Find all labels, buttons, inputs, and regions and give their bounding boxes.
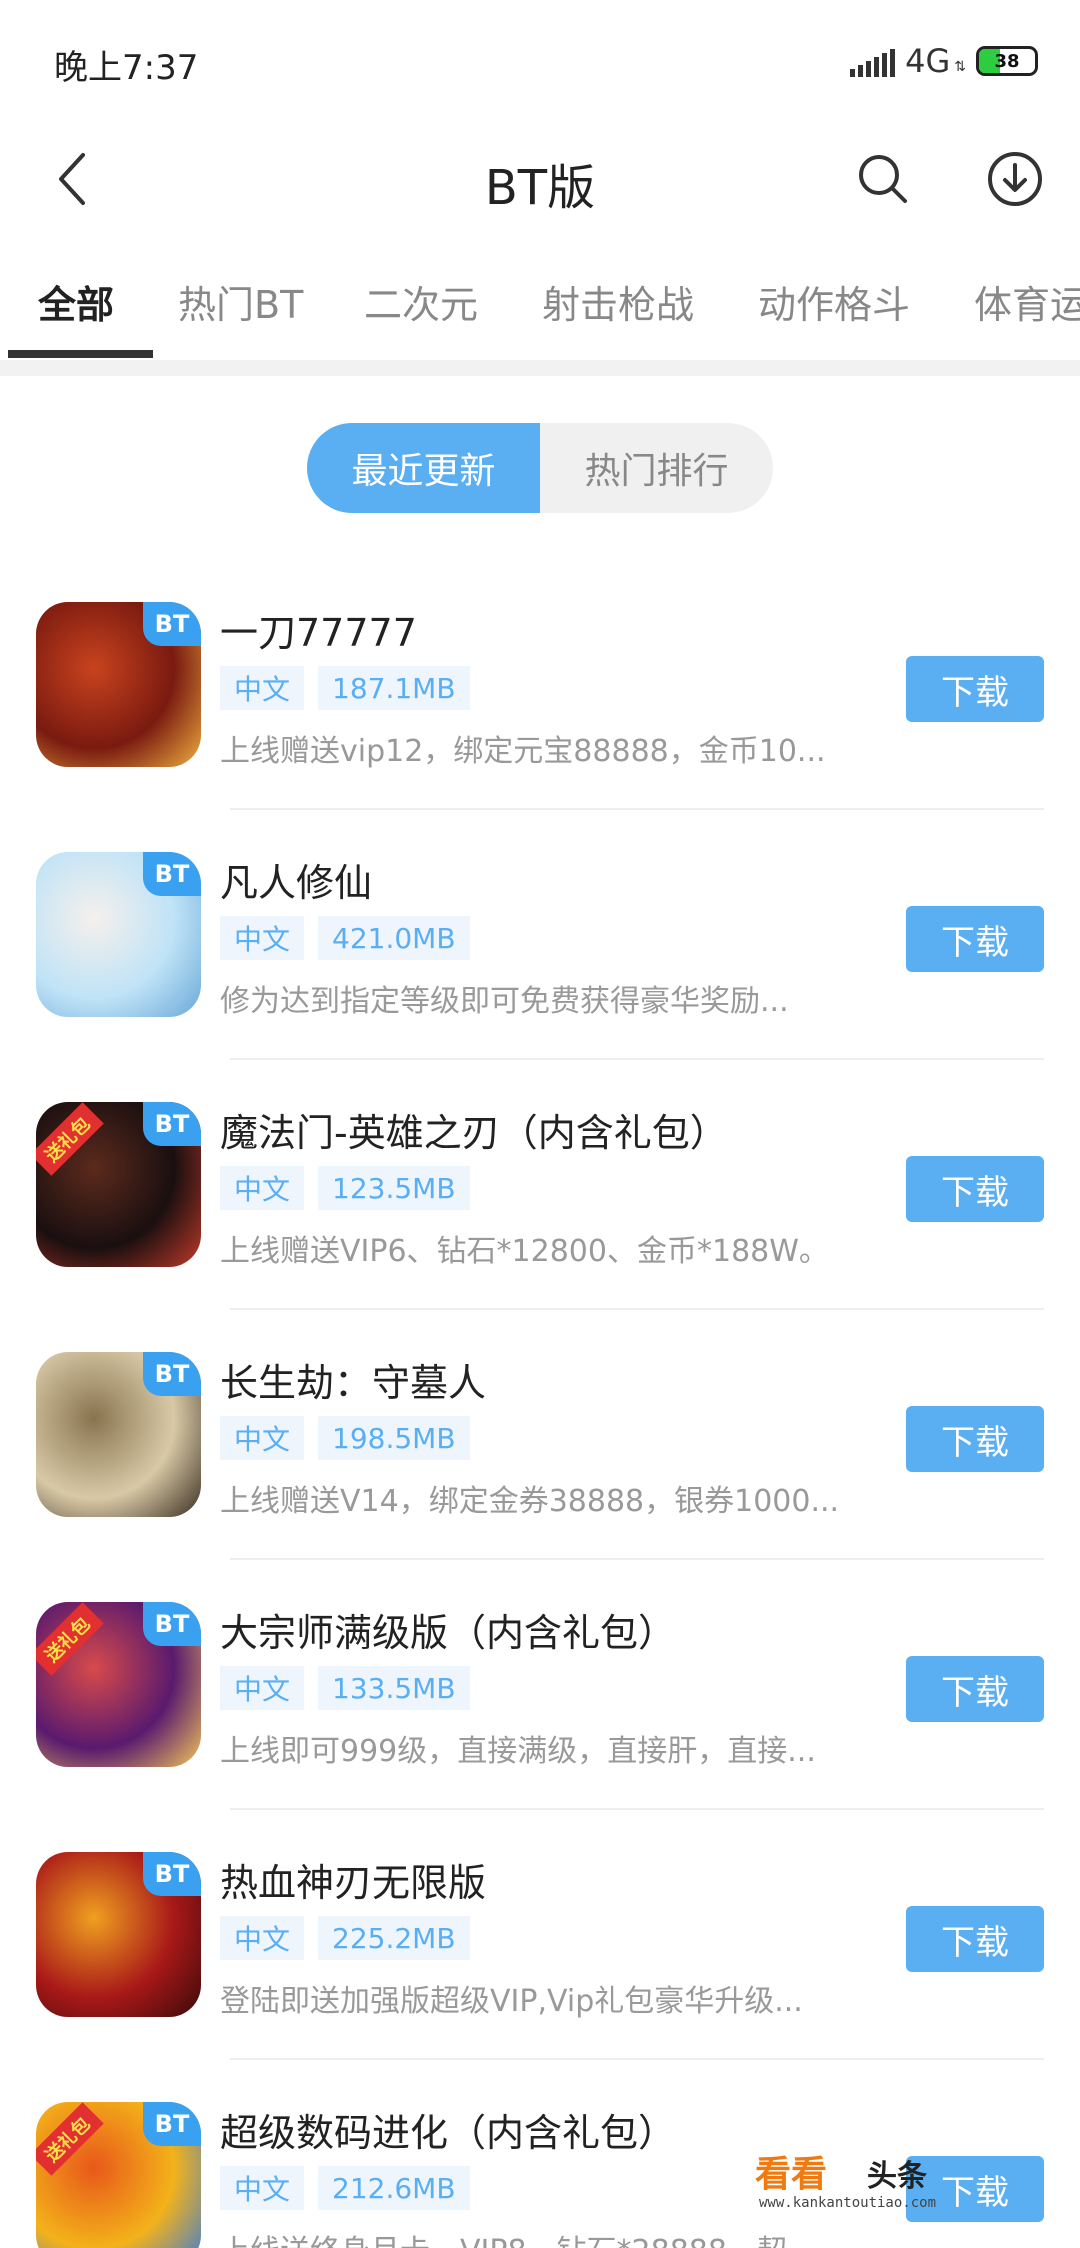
size-tag: 133.5MB [318, 1666, 470, 1710]
watermark-sub: 头条 [867, 2159, 927, 2194]
size-tag: 212.6MB [318, 2166, 470, 2210]
download-button[interactable]: 下载 [906, 1406, 1044, 1472]
list-item[interactable]: BT 一刀77777 中文 187.1MB 上线赠送vip12，绑定元宝8888… [0, 560, 1080, 810]
size-tag: 187.1MB [318, 666, 470, 710]
tab-sports[interactable]: 体育运 [974, 274, 1080, 329]
game-icon[interactable]: BT 送礼包 [36, 1102, 201, 1267]
game-icon[interactable]: BT [36, 602, 201, 767]
language-tag: 中文 [220, 916, 305, 960]
segment-latest[interactable]: 最近更新 [307, 423, 540, 513]
list-item[interactable]: BT 凡人修仙 中文 421.0MB 修为达到指定等级即可免费获得豪华奖励...… [0, 810, 1080, 1060]
game-name[interactable]: 凡人修仙 [220, 852, 372, 907]
game-description: 上线赠送VIP6、钻石*12800、金币*188W。 [220, 1234, 829, 1269]
battery-icon: 38 [976, 46, 1038, 76]
language-tag: 中文 [220, 1166, 305, 1210]
download-button[interactable]: 下载 [906, 1156, 1044, 1222]
bt-badge: BT [143, 1102, 201, 1146]
battery-level: 38 [994, 50, 1020, 72]
page-title: BT版 [484, 160, 596, 216]
tab-action[interactable]: 动作格斗 [758, 274, 910, 329]
size-tag: 123.5MB [318, 1166, 470, 1210]
game-description: 上线即可999级，直接满级，直接肝，直接... [220, 1734, 816, 1769]
gift-ribbon: 送礼包 [36, 2102, 104, 2176]
game-name[interactable]: 超级数码进化（内含礼包） [220, 2102, 676, 2157]
download-button[interactable]: 下载 [906, 1656, 1044, 1722]
list-item[interactable]: BT 长生劫：守墓人 中文 198.5MB 上线赠送V14，绑定金券38888，… [0, 1310, 1080, 1560]
download-circle-icon [988, 152, 1042, 206]
active-tab-indicator [8, 350, 153, 358]
download-manager-button[interactable] [980, 144, 1050, 214]
download-button[interactable]: 下载 [906, 656, 1044, 722]
list-item[interactable]: BT 热血神刃无限版 中文 225.2MB 登陆即送加强版超级VIP,Vip礼包… [0, 1810, 1080, 2060]
data-activity-icon: ⇅ [954, 59, 966, 75]
gift-ribbon: 送礼包 [36, 1602, 104, 1676]
game-description: 登陆即送加强版超级VIP,Vip礼包豪华升级... [220, 1984, 803, 2019]
game-name[interactable]: 热血神刃无限版 [220, 1852, 486, 1907]
app-header: BT版 [0, 120, 1080, 240]
language-tag: 中文 [220, 1666, 305, 1710]
list-item[interactable]: BT 送礼包 大宗师满级版（内含礼包） 中文 133.5MB 上线即可999级，… [0, 1560, 1080, 1810]
game-name[interactable]: 魔法门-英雄之刃（内含礼包） [220, 1102, 728, 1157]
size-tag: 421.0MB [318, 916, 470, 960]
language-tag: 中文 [220, 2166, 305, 2210]
watermark-logo: 看看 [755, 2154, 828, 2195]
network-type: 4G [905, 42, 951, 80]
bt-badge: BT [143, 2102, 201, 2146]
language-tag: 中文 [220, 1416, 305, 1460]
game-icon[interactable]: BT [36, 852, 201, 1017]
download-button[interactable]: 下载 [906, 1906, 1044, 1972]
tab-shooting[interactable]: 射击枪战 [542, 274, 694, 329]
signal-strength-icon [850, 45, 896, 77]
tab-all[interactable]: 全部 [38, 274, 114, 329]
download-button[interactable]: 下载 [906, 906, 1044, 972]
category-tabs: 全部 热门BT 二次元 射击枪战 动作格斗 体育运 [0, 250, 1080, 360]
watermark: 看看 头条 www.kankantoutiao.com [755, 2145, 1075, 2215]
bt-badge: BT [143, 602, 201, 646]
tab-anime[interactable]: 二次元 [364, 274, 478, 329]
bt-badge: BT [143, 1602, 201, 1646]
segment-popular[interactable]: 热门排行 [540, 423, 773, 513]
search-icon [859, 155, 907, 203]
game-name[interactable]: 长生劫：守墓人 [220, 1352, 486, 1407]
game-icon[interactable]: BT [36, 1852, 201, 2017]
game-description: 上线送终身月卡，VIP8，钻石*28888，契... [220, 2226, 840, 2248]
watermark-url: www.kankantoutiao.com [759, 2195, 937, 2211]
list-item[interactable]: BT 送礼包 魔法门-英雄之刃（内含礼包） 中文 123.5MB 上线赠送VIP… [0, 1060, 1080, 1310]
status-bar: 晚上7:37 4G ⇅ 38 [0, 0, 1080, 120]
tab-hot-bt[interactable]: 热门BT [178, 274, 303, 329]
game-icon[interactable]: BT [36, 1352, 201, 1517]
language-tag: 中文 [220, 1916, 305, 1960]
gift-ribbon: 送礼包 [36, 1102, 104, 1176]
game-icon[interactable]: BT 送礼包 [36, 2102, 201, 2248]
game-name[interactable]: 一刀77777 [220, 602, 417, 657]
game-description: 上线赠送V14，绑定金券38888，银券1000... [220, 1484, 840, 1519]
sort-toggle: 最近更新 热门排行 [307, 423, 773, 513]
size-tag: 225.2MB [318, 1916, 470, 1960]
section-divider [0, 360, 1080, 376]
size-tag: 198.5MB [318, 1416, 470, 1460]
bt-badge: BT [143, 852, 201, 896]
game-description: 上线赠送vip12，绑定元宝88888，金币10... [220, 734, 826, 769]
language-tag: 中文 [220, 666, 305, 710]
bt-badge: BT [143, 1852, 201, 1896]
game-description: 修为达到指定等级即可免费获得豪华奖励... [220, 984, 789, 1019]
status-indicators: 4G ⇅ 38 [850, 40, 1038, 82]
search-button[interactable] [848, 144, 918, 214]
game-name[interactable]: 大宗师满级版（内含礼包） [220, 1602, 676, 1657]
game-icon[interactable]: BT 送礼包 [36, 1602, 201, 1767]
status-time: 晚上7:37 [54, 48, 199, 88]
bt-badge: BT [143, 1352, 201, 1396]
